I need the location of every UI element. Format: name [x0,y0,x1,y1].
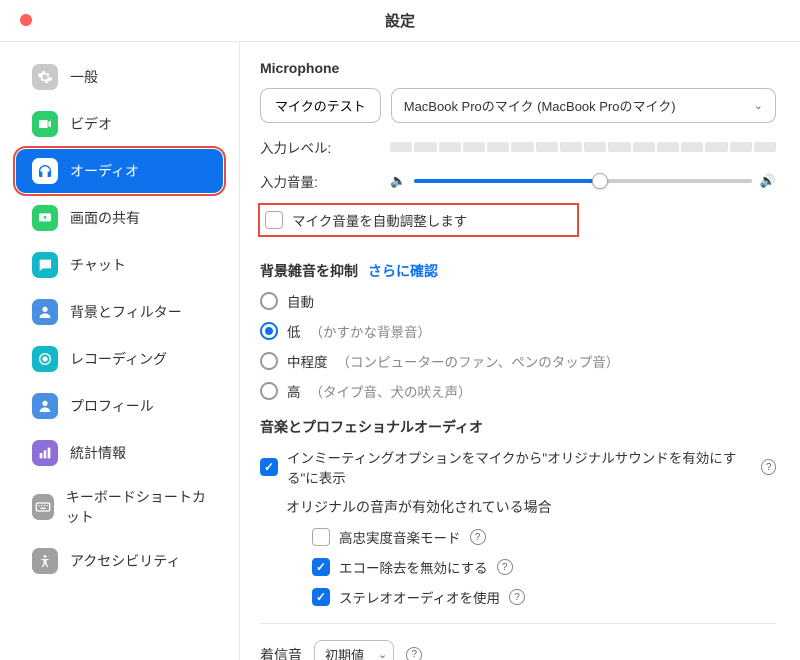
help-icon[interactable]: ? [470,529,486,545]
sidebar-item-7[interactable]: プロフィール [16,384,223,428]
sidebar-item-0[interactable]: 一般 [16,55,223,99]
sidebar-item-label: 背景とフィルター [70,302,182,322]
noise-radio-label: 低 [287,321,301,341]
auto-adjust-mic-label: マイク音量を自動調整します [292,210,467,230]
sidebar-item-label: 画面の共有 [70,208,140,228]
divider [260,623,776,624]
sidebar-item-3[interactable]: 画面の共有 [16,196,223,240]
share-screen-icon [32,205,58,231]
volume-high-icon: 🔊 [760,173,776,189]
help-icon[interactable]: ? [406,647,422,660]
sidebar-item-9[interactable]: キーボードショートカット [16,478,223,536]
help-icon[interactable]: ? [497,559,513,575]
help-icon[interactable]: ? [509,589,525,605]
noise-suppression-heading: 背景雑音を抑制 [260,261,358,281]
noise-radio-0[interactable] [260,292,278,310]
sidebar-item-6[interactable]: レコーディング [16,337,223,381]
noise-option-3: 高 （タイプ音、犬の吠え声） [260,381,776,401]
hifi-music-checkbox[interactable] [312,528,330,546]
noise-radio-sub: （タイプ音、犬の吠え声） [310,381,472,401]
input-volume-label: 入力音量: [260,171,380,191]
headphones-icon [32,158,58,184]
sidebar-item-label: オーディオ [70,161,139,181]
recording-icon [32,346,58,372]
ringtone-label: 着信音 [260,645,302,660]
sidebar-item-label: チャット [70,255,126,275]
input-level-label: 入力レベル: [260,137,380,157]
sidebar-item-label: アクセシビリティ [70,551,180,571]
profile-icon [32,393,58,419]
test-mic-button[interactable]: マイクのテスト [260,88,381,123]
sidebar-item-2[interactable]: オーディオ [16,149,223,193]
microphone-device-dropdown[interactable]: MacBook Proのマイク (MacBook Proのマイク) ⌄ [391,88,776,123]
window-title: 設定 [385,10,415,31]
microphone-device-value: MacBook Proのマイク (MacBook Proのマイク) [404,96,676,115]
music-pro-audio-heading: 音楽とプロフェショナルオーディオ [260,417,776,437]
sidebar: 一般ビデオオーディオ画面の共有チャット背景とフィルターレコーディングプロフィール… [0,42,240,660]
hifi-music-label: 高忠実度音楽モード [339,527,461,547]
sidebar-item-1[interactable]: ビデオ [16,102,223,146]
sidebar-item-5[interactable]: 背景とフィルター [16,290,223,334]
statistics-icon [32,440,58,466]
auto-adjust-mic-checkbox[interactable] [265,211,283,229]
sidebar-item-label: レコーディング [70,349,167,369]
enable-original-sound-label: インミーティングオプションをマイクから"オリジナルサウンドを有効にする"に表示 [287,447,752,487]
stereo-audio-checkbox[interactable] [312,588,330,606]
ringtone-dropdown[interactable]: 初期値 ⌄ [314,640,394,660]
sidebar-item-label: プロフィール [70,396,154,416]
noise-radio-3[interactable] [260,382,278,400]
close-icon[interactable] [20,14,32,26]
noise-radio-sub: （かすかな背景音） [310,321,432,341]
chat-icon [32,252,58,278]
video-icon [32,111,58,137]
input-volume-slider[interactable]: 🔈 🔊 [390,173,776,189]
gear-icon [32,64,58,90]
titlebar: 設定 [0,0,800,42]
audio-settings-panel: Microphone マイクのテスト MacBook Proのマイク (MacB… [240,42,800,660]
noise-option-2: 中程度 （コンピューターのファン、ペンのタップ音） [260,351,776,371]
noise-radio-label: 高 [287,381,301,401]
volume-low-icon: 🔈 [390,173,406,189]
enable-original-sound-checkbox[interactable] [260,458,278,476]
stereo-audio-label: ステレオオーディオを使用 [339,587,500,607]
sidebar-item-10[interactable]: アクセシビリティ [16,539,223,583]
disable-echo-checkbox[interactable] [312,558,330,576]
sidebar-item-label: ビデオ [70,114,112,134]
ringtone-value: 初期値 [325,645,364,660]
sidebar-item-label: キーボードショートカット [66,487,207,527]
help-icon[interactable]: ? [761,459,776,475]
noise-learn-more-link[interactable]: さらに確認 [368,261,438,281]
chevron-down-icon: ⌄ [378,648,387,660]
noise-radio-sub: （コンピューターのファン、ペンのタップ音） [337,351,620,371]
chevron-down-icon: ⌄ [754,99,763,112]
input-level-meter [390,142,776,152]
noise-radio-label: 自動 [287,291,314,311]
noise-radio-2[interactable] [260,352,278,370]
sidebar-item-4[interactable]: チャット [16,243,223,287]
keyboard-icon [32,494,54,520]
sidebar-item-label: 一般 [70,67,98,87]
accessibility-icon [32,548,58,574]
auto-adjust-mic-checkbox-row: マイク音量を自動調整します [260,205,577,235]
background-icon [32,299,58,325]
noise-radio-label: 中程度 [287,351,328,371]
sidebar-item-8[interactable]: 統計情報 [16,431,223,475]
disable-echo-label: エコー除去を無効にする [339,557,488,577]
microphone-heading: Microphone [260,60,776,76]
when-original-enabled-label: オリジナルの音声が有効化されている場合 [286,497,776,517]
noise-radio-1[interactable] [260,322,278,340]
noise-option-1: 低 （かすかな背景音） [260,321,776,341]
noise-option-0: 自動 [260,291,776,311]
sidebar-item-label: 統計情報 [70,443,126,463]
